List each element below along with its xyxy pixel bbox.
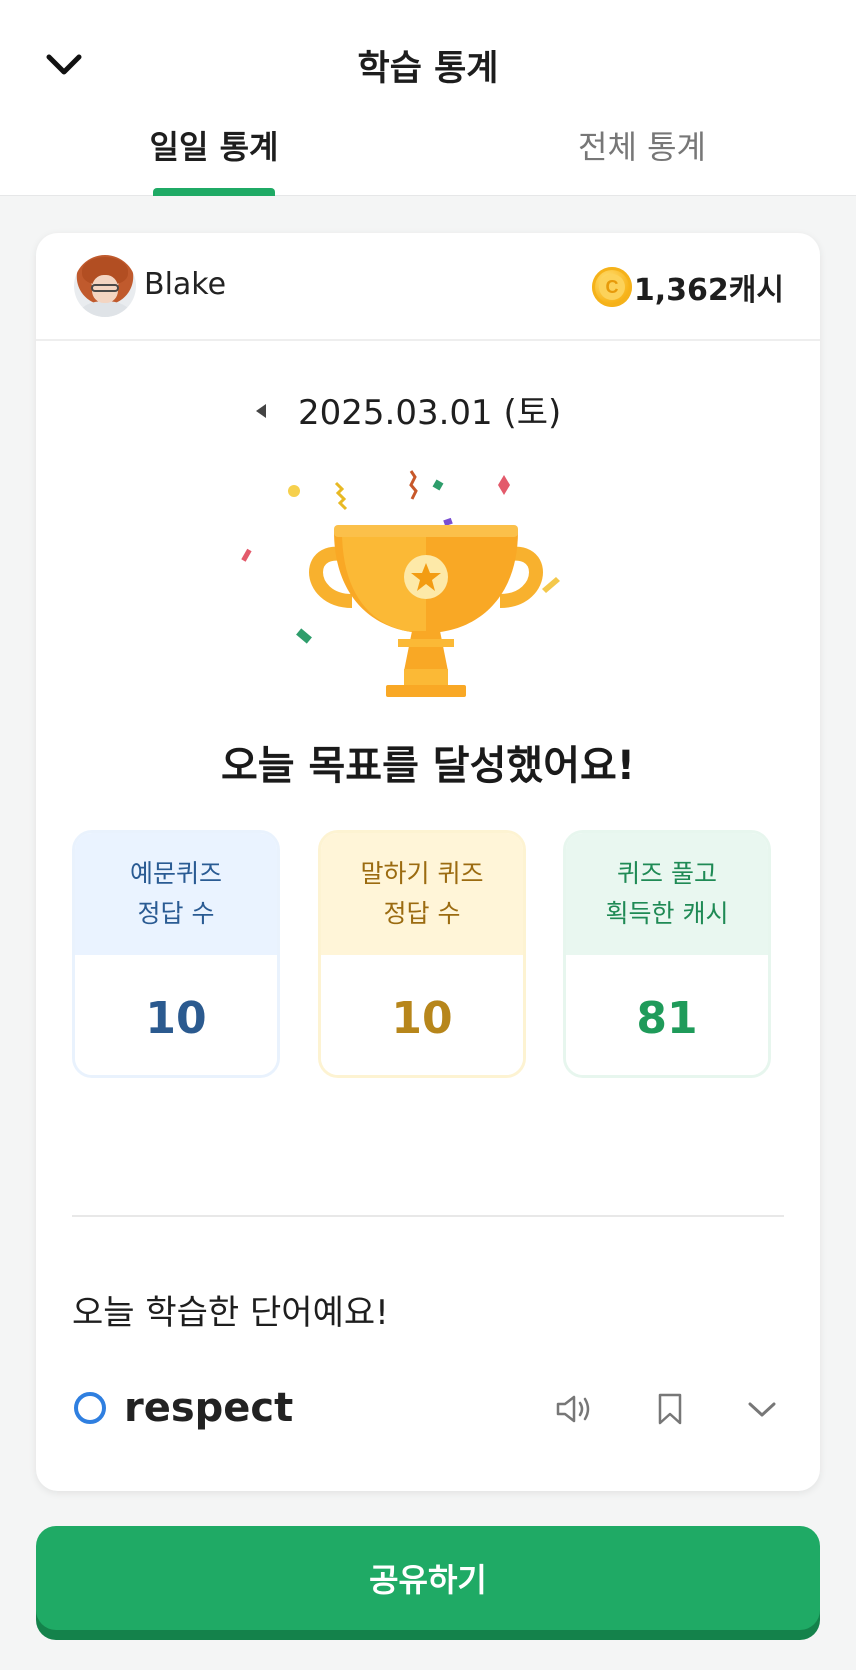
tab-daily-stats[interactable]: 일일 통계 [84, 122, 344, 196]
stat-label: 말하기 퀴즈 정답 수 [321, 833, 523, 955]
stat-value: 10 [75, 955, 277, 1075]
speaker-button[interactable] [552, 1387, 596, 1431]
app-header: 학습 통계 일일 통계 전체 통계 [0, 0, 856, 196]
correct-circle-icon [74, 1392, 106, 1424]
speaker-icon [556, 1395, 590, 1423]
learned-words-title: 오늘 학습한 단어예요! [72, 1293, 389, 1333]
date-selector: 2025.03.01 (토) [36, 381, 820, 441]
tab-total-stats[interactable]: 전체 통계 [512, 122, 772, 196]
previous-date-button[interactable] [246, 391, 276, 431]
chevron-down-icon [748, 1402, 776, 1417]
bookmark-button[interactable] [648, 1387, 692, 1431]
bookmark-icon [658, 1393, 682, 1425]
username: Blake [144, 267, 227, 302]
list-item[interactable]: respect [36, 1343, 820, 1461]
stat-value: 10 [321, 955, 523, 1075]
stats-card: Blake C 1,362캐시 2025.03.01 (토) 오늘 목표를 달성… [36, 233, 820, 1491]
divider [72, 1215, 784, 1217]
share-button[interactable]: 공유하기 [36, 1526, 820, 1630]
cash-balance: 1,362캐시 [633, 273, 784, 308]
trophy-illustration [241, 470, 560, 697]
active-tab-indicator [153, 188, 275, 196]
coin-icon: C [592, 267, 632, 307]
stat-speaking-quiz: 말하기 퀴즈 정답 수 10 [318, 830, 526, 1078]
stat-label: 예문퀴즈 정답 수 [75, 833, 277, 955]
stat-label: 퀴즈 풀고 획득한 캐시 [566, 833, 768, 955]
avatar [74, 255, 136, 317]
caret-left-icon [256, 404, 266, 418]
user-row: Blake C 1,362캐시 [36, 233, 820, 341]
stat-earned-cash: 퀴즈 풀고 획득한 캐시 81 [563, 830, 771, 1078]
goal-message: 오늘 목표를 달성했어요! [220, 743, 636, 789]
page-title: 학습 통계 [357, 49, 499, 89]
date-label: 2025.03.01 (토) [298, 393, 562, 433]
word-text: respect [124, 1385, 294, 1431]
stat-example-quiz: 예문퀴즈 정답 수 10 [72, 830, 280, 1078]
stat-value: 81 [566, 955, 768, 1075]
expand-button[interactable] [740, 1387, 784, 1431]
